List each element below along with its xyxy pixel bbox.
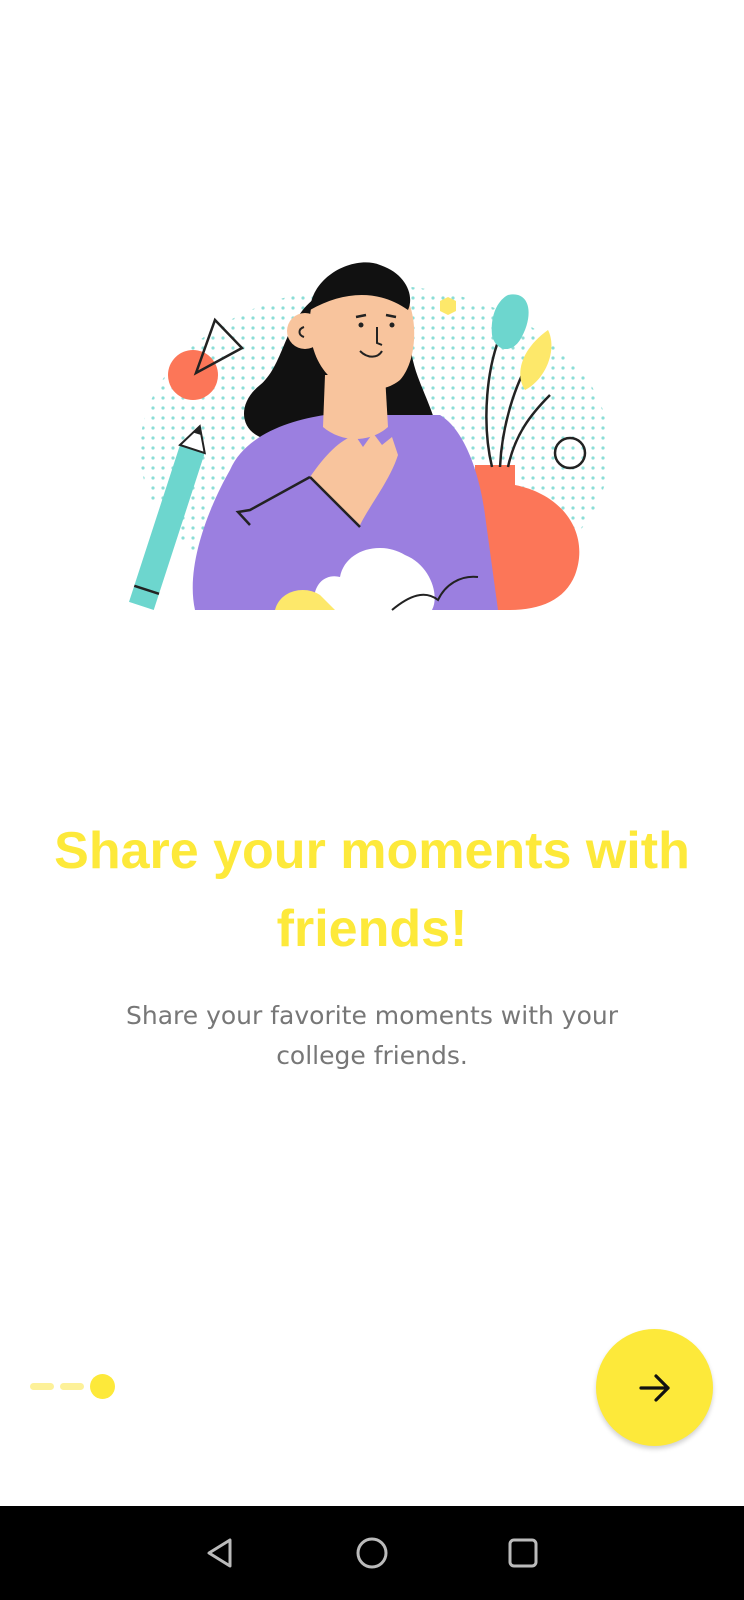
onboarding-screen: Share your moments with friends! Share y… — [0, 0, 744, 1600]
arrow-right-icon — [638, 1373, 670, 1402]
page-indicator-dash-2 — [60, 1383, 84, 1390]
page-indicator-dash-1 — [30, 1383, 54, 1390]
square-recents-icon[interactable] — [501, 1531, 545, 1575]
circle-home-icon[interactable] — [350, 1531, 394, 1575]
system-navigation-bar — [0, 1506, 744, 1600]
page-indicator-dot-active — [90, 1374, 115, 1399]
onboarding-title: Share your moments with friends! — [54, 822, 690, 958]
page-indicator — [30, 1374, 130, 1400]
onboarding-subtitle: Share your favorite moments with your co… — [125, 1001, 619, 1070]
next-button[interactable] — [596, 1329, 713, 1446]
woman-hand-on-chest-illustration — [120, 255, 610, 615]
triangle-back-icon[interactable] — [198, 1531, 242, 1575]
